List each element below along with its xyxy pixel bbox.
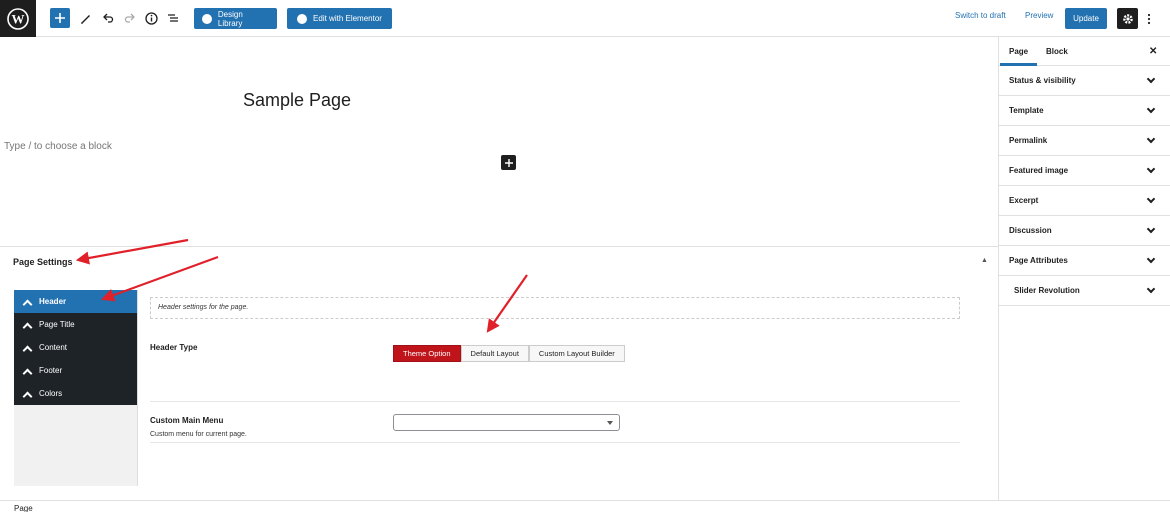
chevron-down-icon — [1146, 164, 1156, 174]
header-settings-body: Header settings for the page. Header Typ… — [150, 297, 960, 443]
panel-label: Discussion — [1009, 226, 1052, 235]
custom-main-menu-sublabel: Custom menu for current page. — [150, 431, 247, 438]
page-settings-title: Page Settings — [13, 257, 73, 267]
chevron-down-icon — [1146, 224, 1156, 234]
collapse-toggle-icon[interactable]: ▲ — [981, 257, 988, 264]
editor-canvas: Sample Page Type / to choose a block — [0, 37, 999, 247]
settings-gear-icon[interactable] — [1117, 8, 1138, 29]
editor-footer: Page — [0, 500, 1170, 512]
chevron-down-icon — [1146, 284, 1156, 294]
tab-colors[interactable]: Colors — [14, 382, 137, 405]
preview-button[interactable]: Preview — [1025, 11, 1053, 20]
chevron-down-icon — [1146, 194, 1156, 204]
panel-permalink[interactable]: Permalink — [999, 126, 1170, 156]
panel-slider-revolution[interactable]: Slider Revolution — [999, 276, 1170, 306]
edit-tools-icon[interactable] — [76, 8, 96, 28]
block-placeholder[interactable]: Type / to choose a block — [4, 141, 112, 152]
custom-main-menu-select[interactable] — [393, 414, 620, 431]
edit-with-elementor-label: Edit with Elementor — [313, 14, 382, 23]
chevron-down-icon — [1146, 104, 1156, 114]
page-settings-metabox: Page Settings ▲ Header Page Title Conten… — [0, 246, 999, 500]
header-type-row: Header Type Theme Option Default Layout … — [150, 319, 960, 402]
panel-discussion[interactable]: Discussion — [999, 216, 1170, 246]
settings-sidebar: Page Block ✕ Status & visibility Templat… — [999, 37, 1170, 500]
custom-main-menu-label: Custom Main Menu — [150, 416, 224, 425]
add-block-button[interactable] — [50, 8, 70, 28]
chevron-up-icon — [23, 367, 31, 375]
tab-label: Header — [39, 297, 67, 306]
panel-label: Template — [1009, 106, 1044, 115]
panel-excerpt[interactable]: Excerpt — [999, 186, 1170, 216]
panel-label: Page Attributes — [1009, 256, 1068, 265]
list-view-icon[interactable] — [163, 8, 183, 28]
undo-icon[interactable] — [98, 8, 118, 28]
tab-label: Footer — [39, 366, 63, 375]
theme-option-button[interactable]: Theme Option — [393, 345, 461, 362]
editor-toolbar: W Design Library Edit with Elementor Swi… — [0, 0, 1170, 37]
header-settings-description: Header settings for the page. — [150, 297, 960, 319]
breadcrumb[interactable]: Page — [14, 504, 33, 512]
tab-label: Content — [39, 343, 68, 352]
sidebar-tabs: Page Block ✕ — [999, 37, 1170, 66]
svg-text:W: W — [12, 11, 25, 26]
header-type-label: Header Type — [150, 343, 198, 352]
close-icon[interactable]: ✕ — [1149, 46, 1157, 57]
design-library-icon — [202, 13, 212, 24]
panel-label: Status & visibility — [1009, 76, 1076, 85]
panel-featured-image[interactable]: Featured image — [999, 156, 1170, 186]
chevron-down-icon — [1146, 254, 1156, 264]
chevron-down-icon — [607, 421, 613, 425]
tab-page-title[interactable]: Page Title — [14, 313, 137, 336]
panel-status-visibility[interactable]: Status & visibility — [999, 66, 1170, 96]
header-type-button-group: Theme Option Default Layout Custom Layou… — [393, 345, 625, 362]
tab-footer[interactable]: Footer — [14, 359, 137, 382]
wordpress-logo-icon[interactable]: W — [0, 0, 36, 37]
info-icon[interactable] — [141, 8, 161, 28]
redo-icon[interactable] — [120, 8, 140, 28]
custom-main-menu-row: Custom Main Menu Custom menu for current… — [150, 402, 960, 443]
chevron-up-icon — [23, 344, 31, 352]
chevron-up-icon — [23, 298, 31, 306]
tab-content[interactable]: Content — [14, 336, 137, 359]
settings-tabs-panel: Header Page Title Content Footer Colors — [14, 290, 138, 486]
update-button[interactable]: Update — [1065, 8, 1107, 29]
panel-label: Featured image — [1009, 166, 1069, 175]
design-library-label: Design Library — [217, 9, 243, 28]
tab-header[interactable]: Header — [14, 290, 137, 313]
elementor-icon — [297, 13, 308, 24]
tab-label: Colors — [39, 389, 63, 398]
chevron-down-icon — [1146, 74, 1156, 84]
chevron-up-icon — [23, 390, 31, 398]
chevron-down-icon — [1146, 134, 1156, 144]
chevron-up-icon — [23, 321, 31, 329]
more-options-icon[interactable] — [1143, 8, 1155, 29]
panel-template[interactable]: Template — [999, 96, 1170, 126]
tab-label: Page Title — [39, 320, 75, 329]
default-layout-button[interactable]: Default Layout — [460, 345, 529, 362]
panel-label: Permalink — [1009, 136, 1048, 145]
sidebar-tab-block[interactable]: Block — [1046, 47, 1068, 56]
panel-label: Excerpt — [1009, 196, 1039, 205]
design-library-button[interactable]: Design Library — [194, 8, 277, 29]
inline-add-block-button[interactable] — [501, 155, 516, 170]
switch-to-draft-button[interactable]: Switch to draft — [955, 11, 1006, 20]
custom-layout-builder-button[interactable]: Custom Layout Builder — [528, 345, 625, 362]
panel-page-attributes[interactable]: Page Attributes — [999, 246, 1170, 276]
panel-label: Slider Revolution — [1014, 286, 1080, 295]
post-title[interactable]: Sample Page — [243, 90, 351, 111]
edit-with-elementor-button[interactable]: Edit with Elementor — [287, 8, 392, 29]
sidebar-tab-page[interactable]: Page — [999, 47, 1038, 66]
